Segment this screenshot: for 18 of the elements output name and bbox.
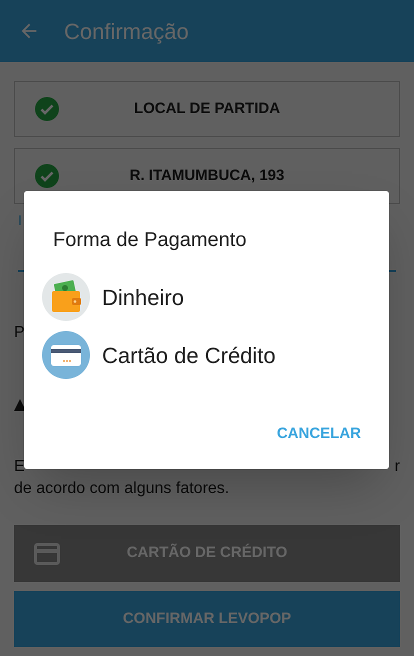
note-text: r xyxy=(394,457,400,477)
payment-option[interactable]: Dinheiro xyxy=(42,273,276,321)
wallet-icon xyxy=(42,273,90,321)
confirm-button[interactable]: CONFIRMAR LEVOPOP xyxy=(14,591,400,647)
route-card[interactable]: LOCAL DE PARTIDA xyxy=(14,81,400,137)
cancel-button[interactable]: CANCELAR xyxy=(270,419,367,450)
credit-card-icon xyxy=(42,331,90,379)
credit-card-icon xyxy=(34,542,60,564)
route-label: LOCAL DE PARTIDA xyxy=(132,98,282,119)
screen-title: Confirmação xyxy=(64,18,189,46)
note-text: de acordo com alguns fatores. xyxy=(14,479,230,499)
dialog-title: Forma de Pagamento xyxy=(53,228,246,253)
route-label: R. ITAMUMBUCA, 193 xyxy=(128,166,286,186)
warning-icon xyxy=(14,399,26,411)
link-text[interactable]: I xyxy=(18,210,22,230)
payment-option[interactable]: Cartão de Crédito xyxy=(42,331,276,379)
label-text: P xyxy=(14,323,25,343)
note-text: E xyxy=(14,457,25,477)
